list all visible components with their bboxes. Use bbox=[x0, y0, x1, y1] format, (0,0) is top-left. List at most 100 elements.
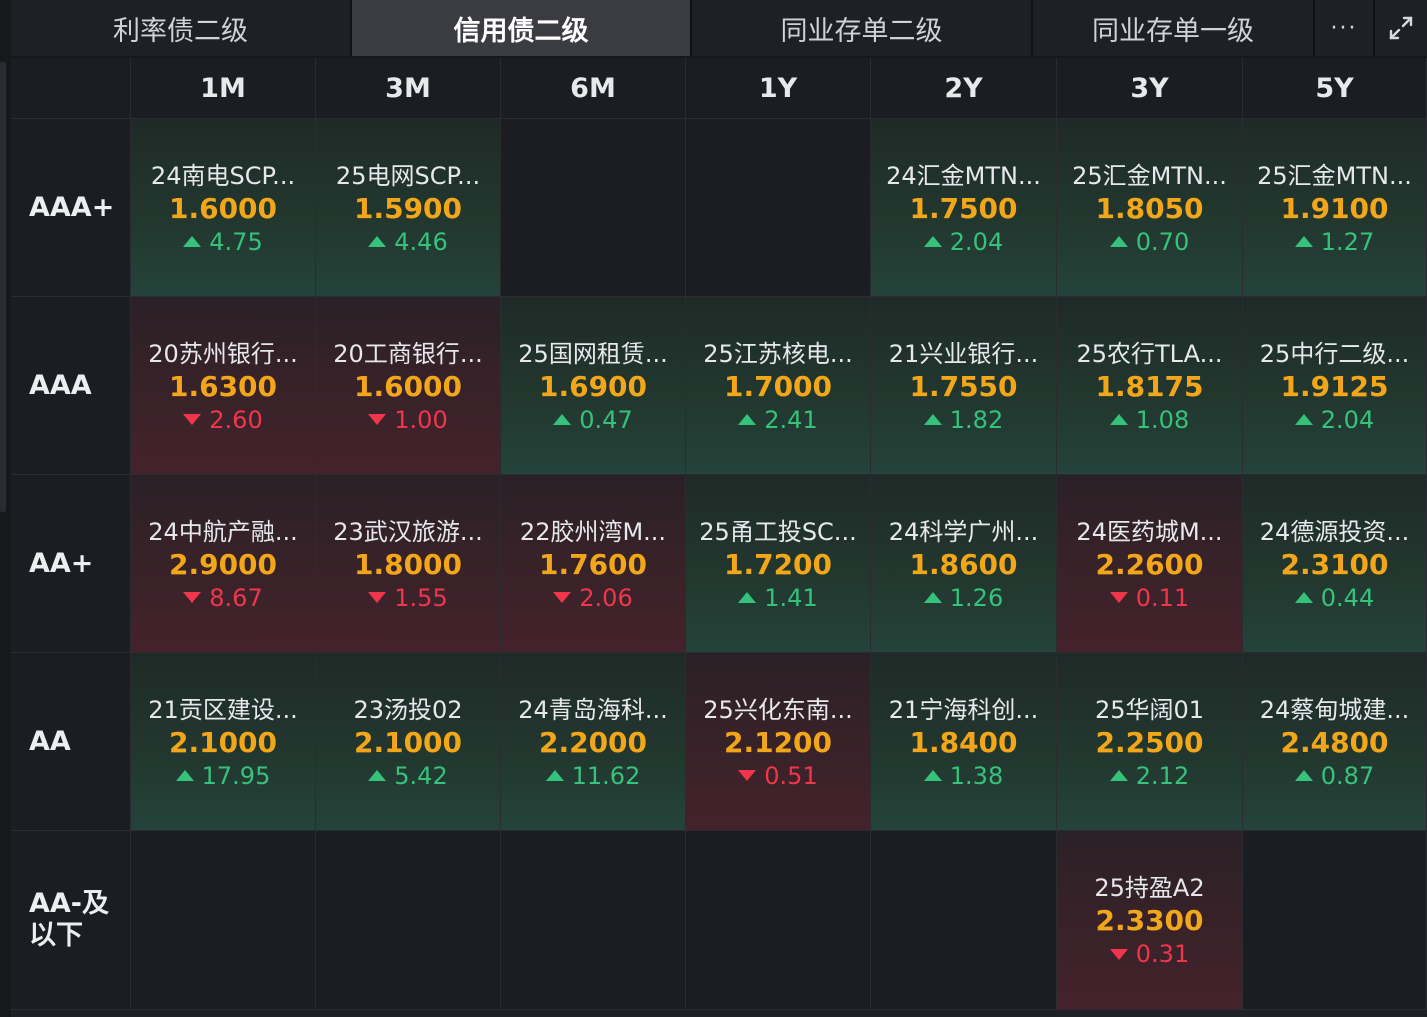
quote-cell[interactable]: 25国网租赁... 1.6900 0.47 bbox=[501, 297, 686, 475]
quote-cell[interactable]: 24南电SCP... 1.6000 4.75 bbox=[131, 119, 316, 297]
yield-change: 1.00 bbox=[368, 404, 448, 436]
tab-credit-bond-secondary[interactable]: 信用债二级 bbox=[352, 0, 692, 56]
yield-change: 2.06 bbox=[553, 582, 633, 614]
bond-yield: 1.6300 bbox=[168, 369, 278, 403]
quote-cell[interactable]: 25汇金MTN... 1.9100 1.27 bbox=[1243, 119, 1427, 297]
empty-cell bbox=[501, 831, 686, 1010]
yield-change: 0.47 bbox=[553, 404, 633, 436]
quote-cell[interactable]: 24蔡甸城建... 2.4800 0.87 bbox=[1243, 653, 1427, 831]
bond-name: 24南电SCP... bbox=[150, 161, 296, 190]
yield-change: 4.75 bbox=[183, 226, 263, 258]
column-header-3m[interactable]: 3M bbox=[316, 58, 501, 119]
quote-cell[interactable]: 25持盈A2 2.3300 0.31 bbox=[1057, 831, 1243, 1010]
bond-name: 22胶州湾M... bbox=[519, 517, 667, 546]
bond-yield: 1.6900 bbox=[538, 369, 648, 403]
yield-change: 0.51 bbox=[738, 760, 818, 792]
quote-cell[interactable]: 24德源投资... 2.3100 0.44 bbox=[1243, 475, 1427, 653]
change-value: 4.75 bbox=[209, 227, 263, 256]
arrow-down-icon bbox=[368, 592, 387, 603]
quote-cell[interactable]: 25华阔01 2.2500 2.12 bbox=[1057, 653, 1243, 831]
quote-cell[interactable]: 23汤投02 2.1000 5.42 bbox=[316, 653, 501, 831]
quote-cell[interactable]: 25兴化东南... 2.1200 0.51 bbox=[686, 653, 871, 831]
bond-name: 25华阔01 bbox=[1094, 695, 1205, 724]
quote-cell[interactable]: 21兴业银行... 1.7550 1.82 bbox=[871, 297, 1057, 475]
yield-change: 2.04 bbox=[1294, 404, 1375, 436]
column-header-3y[interactable]: 3Y bbox=[1057, 58, 1243, 119]
tab-rate-bond-secondary[interactable]: 利率债二级 bbox=[11, 0, 352, 56]
tab-ncd-primary[interactable]: 同业存单一级 bbox=[1033, 0, 1315, 56]
arrow-up-icon bbox=[1109, 414, 1128, 425]
yield-change: 1.26 bbox=[923, 582, 1004, 614]
quote-cell[interactable]: 24医药城M... 2.2600 0.11 bbox=[1057, 475, 1243, 653]
tab-ncd-secondary[interactable]: 同业存单二级 bbox=[692, 0, 1033, 56]
arrow-up-icon bbox=[923, 236, 942, 247]
column-header-2y[interactable]: 2Y bbox=[871, 58, 1057, 119]
bond-yield: 1.7600 bbox=[538, 547, 648, 581]
bond-yield: 1.6000 bbox=[168, 191, 278, 225]
change-value: 11.62 bbox=[571, 761, 641, 790]
bond-name: 25汇金MTN... bbox=[1072, 161, 1227, 190]
bond-yield: 2.3100 bbox=[1280, 547, 1389, 581]
bond-name: 20工商银行... bbox=[333, 339, 483, 368]
row-header-rating: AAA bbox=[11, 297, 131, 475]
bond-yield: 1.6000 bbox=[353, 369, 463, 403]
quote-cell[interactable]: 25中行二级... 1.9125 2.04 bbox=[1243, 297, 1427, 475]
bond-yield: 1.7000 bbox=[723, 369, 833, 403]
quote-cell[interactable]: 23武汉旅游... 1.8000 1.55 bbox=[316, 475, 501, 653]
quote-cell[interactable]: 24科学广州... 1.8600 1.26 bbox=[871, 475, 1057, 653]
quote-cell[interactable]: 25甬工投SC... 1.7200 1.41 bbox=[686, 475, 871, 653]
bond-name: 23武汉旅游... bbox=[333, 517, 483, 546]
quote-cell[interactable]: 24中航产融... 2.9000 8.67 bbox=[131, 475, 316, 653]
arrow-up-icon bbox=[183, 236, 202, 247]
column-header-6m[interactable]: 6M bbox=[501, 58, 686, 119]
row-header-rating: AAA+ bbox=[11, 119, 131, 297]
quote-cell[interactable]: 25农行TLA... 1.8175 1.08 bbox=[1057, 297, 1243, 475]
bond-yield: 2.3300 bbox=[1095, 904, 1204, 937]
arrow-down-icon bbox=[183, 592, 202, 603]
yield-change: 0.87 bbox=[1294, 760, 1374, 792]
quote-cell[interactable]: 20工商银行... 1.6000 1.00 bbox=[316, 297, 501, 475]
change-value: 2.12 bbox=[1135, 761, 1190, 790]
quote-cell[interactable]: 21贡区建设... 2.1000 17.95 bbox=[131, 653, 316, 831]
quote-cell[interactable]: 25汇金MTN... 1.8050 0.70 bbox=[1057, 119, 1243, 297]
column-header-1m[interactable]: 1M bbox=[131, 58, 316, 119]
bond-yield: 2.1000 bbox=[168, 725, 278, 759]
left-scrollbar[interactable] bbox=[0, 62, 6, 512]
bond-yield: 2.2600 bbox=[1095, 547, 1204, 581]
bond-name: 24科学广州... bbox=[888, 517, 1039, 546]
ellipsis-icon[interactable]: ··· bbox=[1315, 0, 1375, 56]
bond-name: 25甬工投SC... bbox=[699, 517, 857, 546]
quote-cell[interactable]: 21宁海科创... 1.8400 1.38 bbox=[871, 653, 1057, 831]
yield-change: 2.04 bbox=[923, 226, 1003, 258]
quote-cell[interactable]: 22胶州湾M... 1.7600 2.06 bbox=[501, 475, 686, 653]
bond-name: 25农行TLA... bbox=[1076, 339, 1223, 368]
yield-change: 2.41 bbox=[738, 404, 818, 436]
change-value: 1.27 bbox=[1320, 227, 1375, 256]
empty-cell bbox=[316, 831, 501, 1010]
bond-yield: 2.1000 bbox=[353, 725, 463, 759]
bond-name: 24医药城M... bbox=[1076, 517, 1223, 546]
expand-icon[interactable] bbox=[1375, 0, 1427, 56]
rating-label-line: AA-及 bbox=[29, 888, 109, 919]
change-value: 2.04 bbox=[1320, 405, 1375, 434]
column-header-5y[interactable]: 5Y bbox=[1243, 58, 1427, 119]
bond-name: 25汇金MTN... bbox=[1257, 161, 1412, 190]
quote-cell[interactable]: 20苏州银行... 1.6300 2.60 bbox=[131, 297, 316, 475]
yield-change: 2.60 bbox=[183, 404, 263, 436]
yield-change: 0.31 bbox=[1109, 938, 1189, 970]
row-header-rating: AA bbox=[11, 653, 131, 831]
yield-change: 5.42 bbox=[368, 760, 448, 792]
column-header-1y[interactable]: 1Y bbox=[686, 58, 871, 119]
bond-yield: 1.8000 bbox=[353, 547, 463, 581]
quote-cell[interactable]: 25电网SCP... 1.5900 4.46 bbox=[316, 119, 501, 297]
rating-label-line: 以下 bbox=[29, 920, 83, 951]
quote-cell[interactable]: 25江苏核电... 1.7000 2.41 bbox=[686, 297, 871, 475]
arrow-up-icon bbox=[368, 770, 387, 781]
change-value: 1.26 bbox=[949, 583, 1004, 612]
arrow-up-icon bbox=[1294, 414, 1313, 425]
empty-cell bbox=[131, 831, 316, 1010]
quote-cell[interactable]: 24汇金MTN... 1.7500 2.04 bbox=[871, 119, 1057, 297]
quote-cell[interactable]: 24青岛海科... 2.2000 11.62 bbox=[501, 653, 686, 831]
arrow-down-icon bbox=[553, 592, 572, 603]
arrow-up-icon bbox=[1109, 770, 1128, 781]
